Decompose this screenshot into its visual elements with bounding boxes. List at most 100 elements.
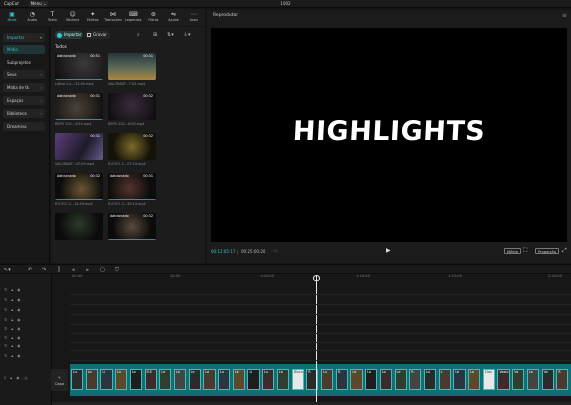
time-ruler[interactable]: 00:00 10:00 1:00:00 1:10:00 1:20:00 2:30:00 xyxy=(70,274,571,282)
track-header[interactable]: T⁞ 🔒︎ ◉ xyxy=(4,297,24,303)
track-header[interactable]: T⁞ 🔒︎ ◉ xyxy=(4,326,24,332)
lock-icon[interactable]: 🔒︎ xyxy=(10,376,12,380)
media-thumbnail[interactable]: Adicionado 00:32 xyxy=(55,173,103,200)
menu-button[interactable]: Menu ⌄ xyxy=(29,1,48,7)
timeline-clip[interactable]: Lu xyxy=(115,369,128,390)
timeline-clip[interactable]: Le xyxy=(188,369,201,390)
toolbar-tab-8[interactable]: ⇋ Ajuste xyxy=(164,10,184,25)
media-thumbnail[interactable]: Adicionado 00:31 xyxy=(55,93,103,120)
main-video-track[interactable]: Lu Lo Li Lu Lo R.E Le Lo Le Le Lo Le Li Lu Le Discor R Lu… xyxy=(70,364,571,396)
media-thumbnail[interactable] xyxy=(55,213,103,240)
timeline-clip[interactable]: Lo xyxy=(218,369,231,390)
track-header[interactable]: T⁞ 🔒︎ ◉ xyxy=(4,343,24,349)
search-icon[interactable]: ⌕ xyxy=(137,31,140,39)
track-lane[interactable] xyxy=(70,342,571,343)
toolbar-tab-3[interactable]: ☺ Stickers xyxy=(63,10,83,25)
playhead-handle[interactable] xyxy=(313,275,320,281)
timeline-clip[interactable]: Li xyxy=(247,369,260,390)
sidebar-item-media[interactable]: Mídia xyxy=(3,45,45,54)
lock-icon[interactable]: 🔒︎ xyxy=(11,336,13,340)
timeline-clip[interactable]: Li xyxy=(100,369,113,390)
lock-icon[interactable]: 🔒︎ xyxy=(11,308,13,312)
sidebar-item-library[interactable]: Biblioteca › xyxy=(3,109,45,118)
sidebar-item-tiktok-media[interactable]: Mídia de tk › xyxy=(3,83,45,92)
timeline-clip[interactable]: Lu xyxy=(321,369,334,390)
timeline-clip[interactable]: Lo xyxy=(379,369,393,390)
media-thumbnail[interactable]: Adicionado 00:51 xyxy=(55,53,103,80)
timeline-clip[interactable]: Vo xyxy=(541,369,554,390)
filter-icon[interactable]: ⏚▾ xyxy=(183,31,191,39)
track-header[interactable]: T⁞ 🔒︎ ◉ xyxy=(4,317,24,323)
timeline-clip[interactable]: L xyxy=(438,369,451,390)
toolbar-tab-1[interactable]: ◔ Áudio xyxy=(22,10,42,25)
timeline-clip[interactable]: Le xyxy=(203,369,216,390)
eye-icon[interactable]: ◉ xyxy=(17,344,20,348)
track-header[interactable]: T⁞ 🔒︎ ◉ xyxy=(4,307,24,313)
more-menu-icon[interactable]: ≡ xyxy=(562,12,567,19)
timeline-clip[interactable]: Le xyxy=(394,369,407,390)
aspect-ratio-button[interactable]: Proporção xyxy=(535,248,559,254)
timeline-overview-icon[interactable]: ▭ xyxy=(273,248,278,254)
toolbar-tab-5[interactable]: ⋈ Transições xyxy=(103,10,123,25)
eye-icon[interactable]: ◉ xyxy=(16,376,19,380)
import-button[interactable]: Importar xyxy=(55,31,83,39)
timeline-clip[interactable]: Clas xyxy=(482,369,495,390)
sidebar-item-dreamina[interactable]: Dreamina xyxy=(3,122,45,131)
timeline-clip[interactable]: Lu xyxy=(71,369,84,390)
timeline-clip[interactable]: Lo xyxy=(85,369,98,390)
timeline-clip[interactable]: R.E xyxy=(144,369,157,390)
eye-icon[interactable]: ◉ xyxy=(17,336,20,340)
timeline-clip[interactable]: R xyxy=(556,369,569,390)
media-thumbnail[interactable]: 00:31 xyxy=(55,133,103,160)
timeline-clip[interactable]: Vazio xyxy=(497,369,510,390)
fit-screen-icon[interactable]: ⛶ xyxy=(523,247,527,255)
sidebar-item-spaces[interactable]: Espaços › xyxy=(3,96,45,105)
track-lane[interactable] xyxy=(70,350,571,351)
toolbar-tab-9[interactable]: ⋯ Avan xyxy=(184,10,204,25)
media-thumbnail[interactable]: 00:32 xyxy=(108,133,156,160)
lock-icon[interactable]: 🔒︎ xyxy=(11,318,13,322)
track-lane[interactable] xyxy=(70,304,571,305)
track-header[interactable]: T⁞ 🔒︎ ◉ xyxy=(4,287,24,293)
timeline-clip[interactable]: Lo xyxy=(173,369,187,390)
timeline-clip[interactable]: Le xyxy=(350,369,363,390)
main-track-header[interactable]: ⁞⁞ 🔒︎ ◉ ◁) xyxy=(4,375,32,381)
timeline-clip[interactable]: R. xyxy=(409,369,422,390)
lock-icon[interactable]: 🔒︎ xyxy=(11,354,13,358)
sidebar-item-yours[interactable]: Seus › xyxy=(3,70,45,79)
timeline-clip[interactable]: Lo xyxy=(129,369,143,390)
cover-button[interactable]: ✎ Capa xyxy=(51,369,68,391)
timeline-clip[interactable]: Le xyxy=(232,369,245,390)
sort-icon[interactable]: ⇅▾ xyxy=(167,31,174,39)
toolbar-tab-0[interactable]: ▣ Mídia xyxy=(2,10,22,25)
sidebar-item-import[interactable]: Importar ▾ xyxy=(3,33,45,42)
eye-icon[interactable]: ◉ xyxy=(17,318,20,322)
eye-icon[interactable]: ◉ xyxy=(17,308,20,312)
lock-icon[interactable]: 🔒︎ xyxy=(11,298,13,302)
timeline-clip[interactable]: Lo xyxy=(468,369,481,390)
toolbar-tab-2[interactable]: T Texto xyxy=(42,10,62,25)
track-lane[interactable] xyxy=(70,333,571,334)
track-lane[interactable] xyxy=(70,294,571,295)
media-thumbnail[interactable]: Adicionado 00:32 xyxy=(108,213,156,240)
grid-view-icon[interactable]: ⊞ xyxy=(153,31,157,39)
toolbar-tab-7[interactable]: ⊛ Filtros xyxy=(143,10,163,25)
media-thumbnail[interactable]: 00:31 xyxy=(108,53,156,80)
media-thumbnail[interactable]: Adicionado 00:31 xyxy=(108,173,156,200)
lock-icon[interactable]: 🔒︎ xyxy=(11,344,13,348)
eye-icon[interactable]: ◉ xyxy=(17,354,20,358)
timeline-clip[interactable]: Le xyxy=(159,369,172,390)
media-thumbnail[interactable]: 00:32 xyxy=(108,93,156,120)
timeline-clip[interactable]: Le xyxy=(453,369,466,390)
sidebar-item-subprojects[interactable]: Subprojetos xyxy=(3,58,45,67)
toolbar-tab-6[interactable]: ⌨ Legendas xyxy=(123,10,143,25)
timeline-clip[interactable]: Discor xyxy=(291,369,304,390)
track-header[interactable]: T⁞ 🔒︎ ◉ xyxy=(4,353,24,359)
timeline-clip[interactable]: Le xyxy=(526,369,540,390)
toolbar-tab-4[interactable]: ✦ Efeitos xyxy=(83,10,103,25)
track-header[interactable]: T⁞ 🔒︎ ◉ xyxy=(4,335,24,341)
fullscreen-icon[interactable]: ⤢ xyxy=(562,247,567,255)
record-button[interactable]: Gravar xyxy=(85,31,110,39)
eye-icon[interactable]: ◉ xyxy=(17,327,20,331)
track-lane[interactable] xyxy=(70,360,571,361)
